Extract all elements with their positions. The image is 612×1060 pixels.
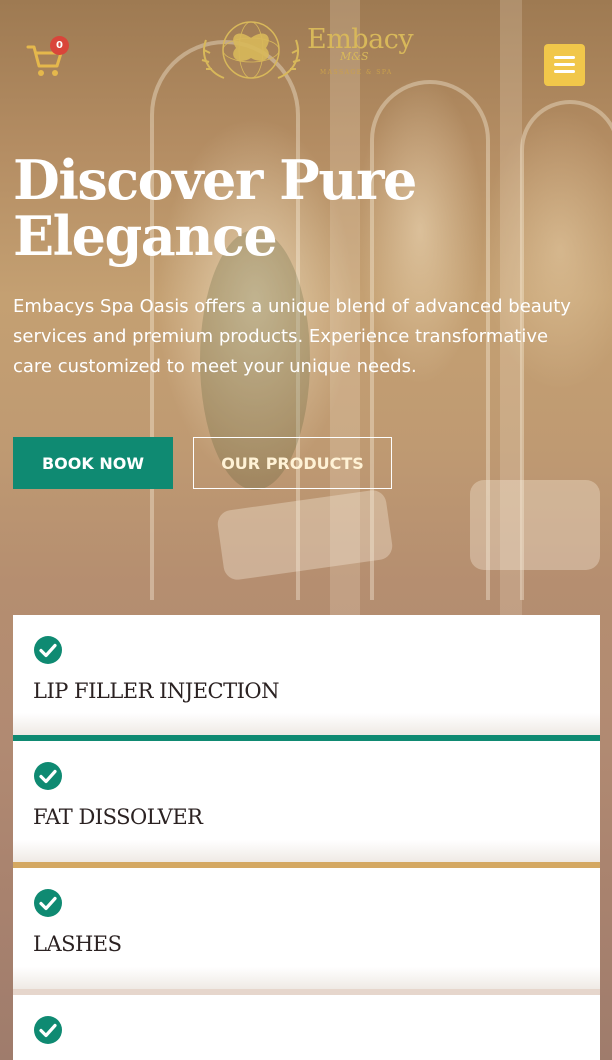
check-circle-icon xyxy=(34,762,62,790)
service-card[interactable]: LIP FILLER INJECTION xyxy=(13,615,600,735)
service-card[interactable]: FAT DISSOLVER xyxy=(13,741,600,862)
hamburger-menu-icon[interactable] xyxy=(544,44,585,86)
check-circle-icon xyxy=(34,889,62,917)
check-circle-icon xyxy=(34,1016,62,1044)
hero-title: Discover Pure Elegance xyxy=(13,148,417,268)
logo-script: M&S xyxy=(340,50,369,63)
logo-tagline: MASSAGE & SPA xyxy=(320,69,393,76)
service-label: FAT DISSOLVER xyxy=(33,805,203,829)
service-label: LASHES xyxy=(33,932,122,956)
cart-count-badge: 0 xyxy=(50,36,69,55)
check-circle-icon xyxy=(34,636,62,664)
hero-description: Embacys Spa Oasis offers a unique blend … xyxy=(13,296,571,377)
book-now-button[interactable]: BOOK NOW xyxy=(13,437,173,489)
service-label: LIP FILLER INJECTION xyxy=(33,679,280,703)
service-card[interactable] xyxy=(13,995,600,1060)
service-card[interactable]: LASHES xyxy=(13,868,600,989)
our-products-button[interactable]: OUR PRODUCTS xyxy=(193,437,392,489)
